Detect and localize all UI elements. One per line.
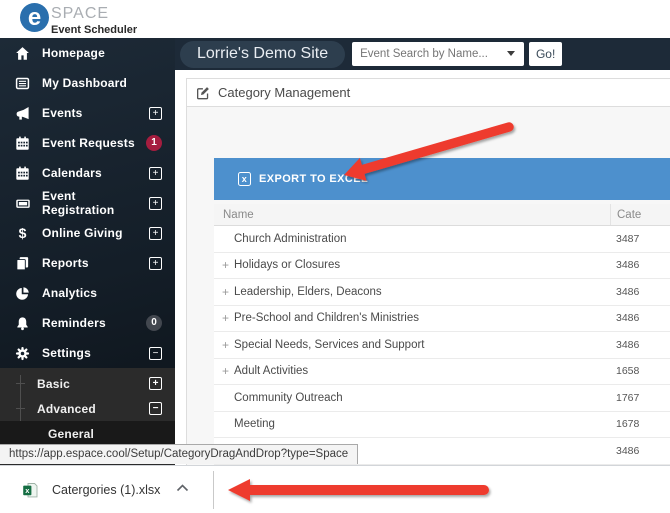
expand-row-icon[interactable]: + xyxy=(222,258,234,272)
ticket-icon xyxy=(14,196,31,211)
collapse-minus-icon[interactable]: − xyxy=(149,347,162,360)
logo-strip: e SPACE Event Scheduler xyxy=(0,0,670,38)
bell-icon xyxy=(14,316,31,331)
sidebar-item-reports[interactable]: Reports + xyxy=(0,248,175,278)
gear-icon xyxy=(14,346,31,361)
expand-plus-icon[interactable]: + xyxy=(149,257,162,270)
panel-header: Category Management xyxy=(187,79,670,107)
sidebar-item-my-dashboard[interactable]: My Dashboard xyxy=(0,68,175,98)
table-row[interactable]: Meeting 1678 xyxy=(214,412,670,439)
sidebar-item-homepage[interactable]: Homepage xyxy=(0,38,175,68)
brand-name: SPACE xyxy=(51,5,137,23)
category-name: Pre-School and Children's Ministries xyxy=(234,312,419,324)
category-table: Name Cate Church Administration3487+Holi… xyxy=(214,204,670,465)
event-search-dropdown[interactable]: Event Search by Name... xyxy=(352,42,524,66)
category-id: 1767 xyxy=(610,385,670,411)
expand-plus-icon[interactable]: + xyxy=(149,107,162,120)
category-id: 3486 xyxy=(610,332,670,358)
expand-plus-icon[interactable]: + xyxy=(149,167,162,180)
table-row[interactable]: +Leadership, Elders, Deacons 3486 xyxy=(214,279,670,306)
grid-toolbar: EXPORT TO EXCEL xyxy=(214,158,670,200)
expand-plus-icon[interactable]: + xyxy=(149,197,162,210)
category-id: 3486 xyxy=(610,438,670,464)
sidebar-item-settings[interactable]: Settings − xyxy=(0,338,175,368)
event-requests-badge: 1 xyxy=(146,135,162,151)
status-bar-url: https://app.espace.cool/Setup/CategoryDr… xyxy=(0,444,358,464)
sidebar-item-reminders[interactable]: Reminders 0 xyxy=(0,308,175,338)
category-id: 3487 xyxy=(610,226,670,252)
category-id: 3486 xyxy=(610,253,670,279)
expand-plus-icon[interactable]: + xyxy=(149,227,162,240)
category-id: 1678 xyxy=(610,412,670,438)
sidebar-nav: Homepage My Dashboard Events + Event Req… xyxy=(0,38,175,465)
category-name: Community Outreach xyxy=(234,392,343,404)
main-content: Category Management EXPORT TO EXCEL Name… xyxy=(175,70,670,465)
download-item[interactable]: x Catergories (1).xlsx xyxy=(22,474,160,506)
category-id: 3486 xyxy=(610,306,670,332)
category-table-body: Church Administration3487+Holidays or Cl… xyxy=(214,226,670,465)
app-window: e SPACE Event Scheduler Lorrie's Demo Si… xyxy=(0,0,670,513)
sidebar-item-online-giving[interactable]: $ Online Giving + xyxy=(0,218,175,248)
table-row[interactable]: +Adult Activities 1658 xyxy=(214,359,670,386)
column-header-name[interactable]: Name xyxy=(214,204,610,225)
sidebar-item-event-registration[interactable]: Event Registration + xyxy=(0,188,175,218)
dashboard-icon xyxy=(14,76,31,91)
expand-plus-icon[interactable]: + xyxy=(149,377,162,390)
sidebar-item-analytics[interactable]: Analytics xyxy=(0,278,175,308)
espace-logo-icon: e xyxy=(20,3,49,32)
sidebar-item-general[interactable]: General xyxy=(0,421,175,446)
expand-row-icon[interactable]: + xyxy=(222,311,234,325)
category-name: Special Needs, Services and Support xyxy=(234,339,425,351)
expand-row-icon[interactable]: + xyxy=(222,285,234,299)
expand-row-icon[interactable]: + xyxy=(222,338,234,352)
top-navbar: Lorrie's Demo Site Event Search by Name.… xyxy=(175,38,670,70)
sidebar-item-advanced[interactable]: Advanced − xyxy=(0,396,175,421)
home-icon xyxy=(14,46,31,61)
edit-icon xyxy=(196,86,210,100)
category-name: Meeting xyxy=(234,418,275,430)
export-to-excel-button[interactable]: EXPORT TO EXCEL xyxy=(238,172,368,186)
downloads-bar: x Catergories (1).xlsx xyxy=(0,465,670,513)
category-name: Holidays or Closures xyxy=(234,259,340,271)
panel-title: Category Management xyxy=(218,85,350,100)
category-id: 1658 xyxy=(610,359,670,385)
megaphone-icon xyxy=(14,106,31,121)
calendar-icon xyxy=(14,136,31,151)
reports-icon xyxy=(14,256,31,271)
collapse-minus-icon[interactable]: − xyxy=(149,402,162,415)
table-header-row: Name Cate xyxy=(214,204,670,226)
espace-logo: e SPACE Event Scheduler xyxy=(20,3,137,36)
excel-file-icon: x xyxy=(22,482,39,499)
site-name-pill[interactable]: Lorrie's Demo Site xyxy=(180,41,345,68)
table-row[interactable]: +Holidays or Closures 3486 xyxy=(214,253,670,280)
go-button[interactable]: Go! xyxy=(529,42,562,66)
category-management-panel: Category Management EXPORT TO EXCEL Name… xyxy=(186,78,670,465)
chevron-down-icon xyxy=(507,51,515,56)
category-id: 3486 xyxy=(610,279,670,305)
downloads-divider xyxy=(213,471,214,509)
reminders-badge: 0 xyxy=(146,315,162,331)
sidebar-item-calendars[interactable]: Calendars + xyxy=(0,158,175,188)
table-row[interactable]: +Special Needs, Services and Support 3486 xyxy=(214,332,670,359)
brand-subtitle: Event Scheduler xyxy=(51,24,137,36)
calendar-icon xyxy=(14,166,31,181)
category-name: Adult Activities xyxy=(234,365,308,377)
category-name: Leadership, Elders, Deacons xyxy=(234,286,382,298)
table-row[interactable]: Church Administration 3487 xyxy=(214,226,670,253)
category-name: Church Administration xyxy=(234,233,347,245)
event-search-placeholder: Event Search by Name... xyxy=(360,48,488,60)
expand-row-icon[interactable]: + xyxy=(222,364,234,378)
sidebar-item-event-requests[interactable]: Event Requests 1 xyxy=(0,128,175,158)
table-row[interactable]: +Pre-School and Children's Ministries 348… xyxy=(214,306,670,333)
sidebar-item-events[interactable]: Events + xyxy=(0,98,175,128)
download-file-name: Catergories (1).xlsx xyxy=(52,483,160,497)
chevron-up-icon[interactable] xyxy=(176,484,189,492)
pie-chart-icon xyxy=(14,286,31,301)
sidebar-item-basic[interactable]: Basic + xyxy=(0,371,175,396)
dollar-icon: $ xyxy=(14,225,31,241)
table-row[interactable]: Community Outreach 1767 xyxy=(214,385,670,412)
excel-icon xyxy=(238,172,251,186)
column-header-category-id[interactable]: Cate xyxy=(610,204,670,225)
